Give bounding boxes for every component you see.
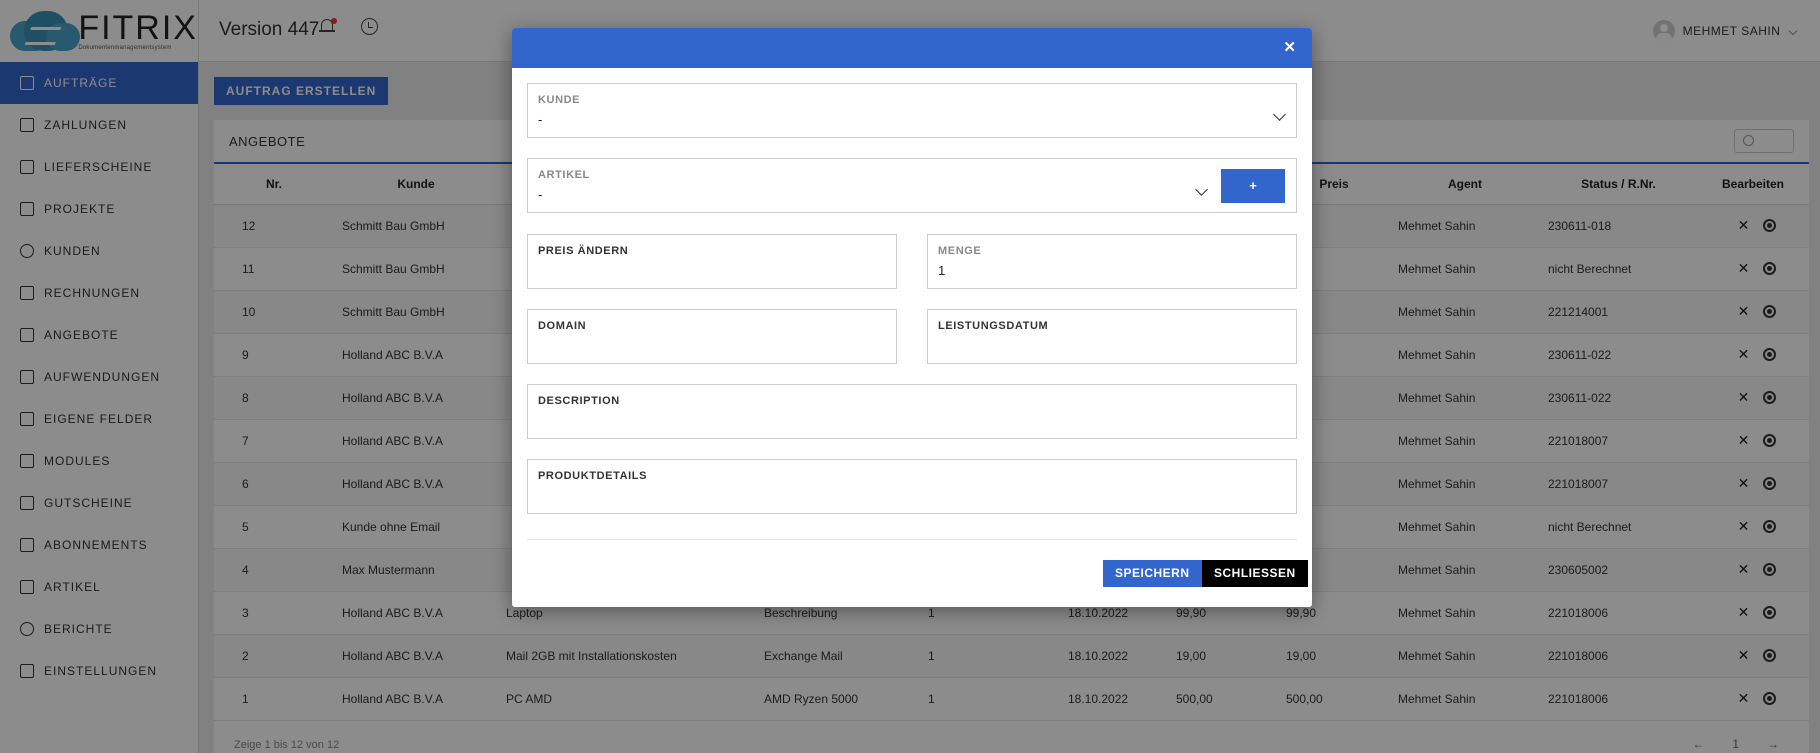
chevron-down-icon	[1195, 183, 1208, 196]
modal-header: ✕	[512, 28, 1312, 68]
add-item-modal: ✕ KUNDE - ARTIKEL - + PREIS ÄNDERN MENGE…	[512, 28, 1312, 607]
artikel-select[interactable]: ARTIKEL -	[527, 158, 1297, 213]
artikel-label: ARTIKEL	[538, 169, 590, 181]
kunde-label: KUNDE	[538, 94, 581, 106]
menge-value: 1	[938, 263, 946, 278]
save-button[interactable]: SPEICHERN	[1103, 560, 1202, 587]
menge-label: MENGE	[938, 245, 982, 257]
description-field[interactable]: DESCRIPTION	[527, 384, 1297, 439]
produktdetails-field[interactable]: PRODUKTDETAILS	[527, 459, 1297, 514]
add-article-button[interactable]: +	[1221, 169, 1285, 203]
description-label: DESCRIPTION	[538, 395, 620, 407]
kunde-value: -	[538, 112, 543, 127]
domain-label: DOMAIN	[538, 320, 587, 332]
leistungsdatum-label: LEISTUNGSDATUM	[938, 320, 1049, 332]
close-button[interactable]: SCHLIESSEN	[1202, 560, 1308, 587]
domain-field[interactable]: DOMAIN	[527, 309, 897, 364]
produktdetails-label: PRODUKTDETAILS	[538, 470, 648, 482]
menge-field[interactable]: MENGE 1	[927, 234, 1297, 289]
close-icon[interactable]: ✕	[1283, 38, 1296, 56]
chevron-down-icon	[1273, 108, 1286, 121]
modal-divider	[527, 539, 1297, 540]
artikel-value: -	[538, 187, 543, 202]
preis-field[interactable]: PREIS ÄNDERN	[527, 234, 897, 289]
kunde-select[interactable]: KUNDE -	[527, 83, 1297, 138]
preis-label: PREIS ÄNDERN	[538, 245, 629, 257]
leistungsdatum-field[interactable]: LEISTUNGSDATUM	[927, 309, 1297, 364]
